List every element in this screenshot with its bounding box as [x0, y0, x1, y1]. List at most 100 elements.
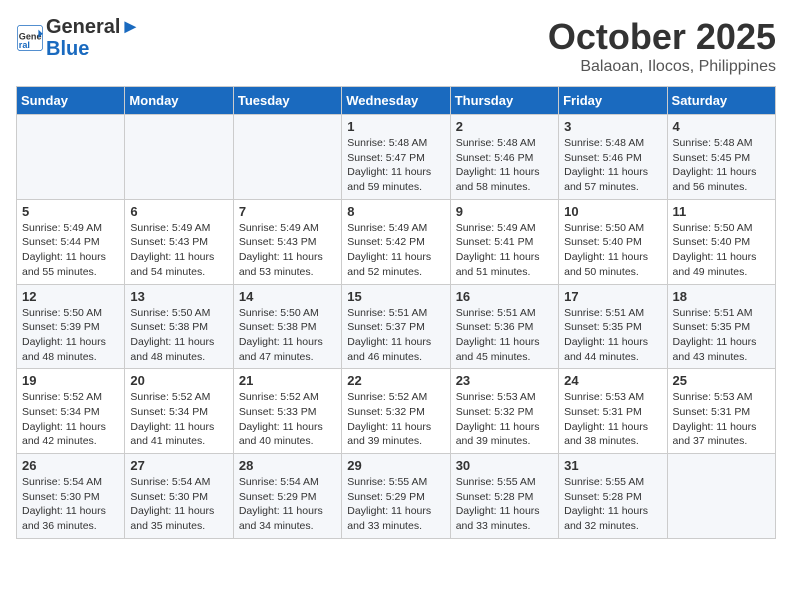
day-number: 22 — [347, 373, 444, 388]
calendar-cell: 18 Sunrise: 5:51 AM Sunset: 5:35 PM Dayli… — [667, 284, 775, 369]
calendar-cell — [125, 115, 233, 200]
calendar-table: SundayMondayTuesdayWednesdayThursdayFrid… — [16, 86, 776, 539]
cell-content: Sunrise: 5:51 AM Sunset: 5:35 PM Dayligh… — [564, 306, 661, 365]
cell-content: Sunrise: 5:54 AM Sunset: 5:30 PM Dayligh… — [22, 475, 119, 534]
day-number: 28 — [239, 458, 336, 473]
month-title: October 2025 — [548, 16, 776, 58]
day-number: 13 — [130, 289, 227, 304]
cell-content: Sunrise: 5:50 AM Sunset: 5:38 PM Dayligh… — [130, 306, 227, 365]
calendar-cell: 7Sunrise: 5:49 AM Sunset: 5:43 PM Daylig… — [233, 199, 341, 284]
day-number: 7 — [239, 204, 336, 219]
title-block: October 2025 Balaoan, Ilocos, Philippine… — [548, 16, 776, 76]
day-number: 2 — [456, 119, 553, 134]
cell-content: Sunrise: 5:49 AM Sunset: 5:43 PM Dayligh… — [130, 221, 227, 280]
calendar-cell — [667, 454, 775, 539]
cell-content: Sunrise: 5:52 AM Sunset: 5:34 PM Dayligh… — [130, 390, 227, 449]
day-number: 17 — [564, 289, 661, 304]
calendar-cell: 20Sunrise: 5:52 AM Sunset: 5:34 PM Dayli… — [125, 369, 233, 454]
calendar-cell: 21Sunrise: 5:52 AM Sunset: 5:33 PM Dayli… — [233, 369, 341, 454]
cell-content: Sunrise: 5:52 AM Sunset: 5:32 PM Dayligh… — [347, 390, 444, 449]
calendar-cell: 11 Sunrise: 5:50 AM Sunset: 5:40 PM Dayli… — [667, 199, 775, 284]
calendar-cell: 4Sunrise: 5:48 AM Sunset: 5:45 PM Daylig… — [667, 115, 775, 200]
calendar-cell: 29Sunrise: 5:55 AM Sunset: 5:29 PM Dayli… — [342, 454, 450, 539]
day-number: 19 — [22, 373, 119, 388]
cell-content: Sunrise: 5:50 AM Sunset: 5:40 PM Dayligh… — [564, 221, 661, 280]
day-number: 14 — [239, 289, 336, 304]
calendar-cell: 13 Sunrise: 5:50 AM Sunset: 5:38 PM Dayli… — [125, 284, 233, 369]
cell-content: Sunrise: 5:50 AM Sunset: 5:39 PM Dayligh… — [22, 306, 119, 365]
day-number: 5 — [22, 204, 119, 219]
weekday-header: Friday — [559, 87, 667, 115]
calendar-week-row: 1Sunrise: 5:48 AM Sunset: 5:47 PM Daylig… — [17, 115, 776, 200]
day-number: 30 — [456, 458, 553, 473]
day-number: 24 — [564, 373, 661, 388]
cell-content: Sunrise: 5:54 AM Sunset: 5:30 PM Dayligh… — [130, 475, 227, 534]
calendar-cell: 31Sunrise: 5:55 AM Sunset: 5:28 PM Dayli… — [559, 454, 667, 539]
day-number: 15 — [347, 289, 444, 304]
calendar-cell: 12 Sunrise: 5:50 AM Sunset: 5:39 PM Dayli… — [17, 284, 125, 369]
day-number: 16 — [456, 289, 553, 304]
calendar-cell: 30 Sunrise: 5:55 AM Sunset: 5:28 PM Dayli… — [450, 454, 558, 539]
calendar-cell: 24 Sunrise: 5:53 AM Sunset: 5:31 PM Dayli… — [559, 369, 667, 454]
calendar-cell: 6 Sunrise: 5:49 AM Sunset: 5:43 PM Daylig… — [125, 199, 233, 284]
page-header: Gene ral General► Blue October 2025 Bala… — [16, 16, 776, 76]
logo-text-blue: Blue — [46, 38, 140, 60]
cell-content: Sunrise: 5:53 AM Sunset: 5:31 PM Dayligh… — [673, 390, 770, 449]
cell-content: Sunrise: 5:52 AM Sunset: 5:33 PM Dayligh… — [239, 390, 336, 449]
calendar-week-row: 26 Sunrise: 5:54 AM Sunset: 5:30 PM Dayli… — [17, 454, 776, 539]
day-number: 6 — [130, 204, 227, 219]
calendar-cell: 10 Sunrise: 5:50 AM Sunset: 5:40 PM Dayli… — [559, 199, 667, 284]
cell-content: Sunrise: 5:54 AM Sunset: 5:29 PM Dayligh… — [239, 475, 336, 534]
calendar-cell: 23Sunrise: 5:53 AM Sunset: 5:32 PM Dayli… — [450, 369, 558, 454]
calendar-cell: 14Sunrise: 5:50 AM Sunset: 5:38 PM Dayli… — [233, 284, 341, 369]
cell-content: Sunrise: 5:55 AM Sunset: 5:28 PM Dayligh… — [456, 475, 553, 534]
calendar-body: 1Sunrise: 5:48 AM Sunset: 5:47 PM Daylig… — [17, 115, 776, 539]
calendar-cell: 27 Sunrise: 5:54 AM Sunset: 5:30 PM Dayli… — [125, 454, 233, 539]
cell-content: Sunrise: 5:49 AM Sunset: 5:42 PM Dayligh… — [347, 221, 444, 280]
calendar-cell: 9Sunrise: 5:49 AM Sunset: 5:41 PM Daylig… — [450, 199, 558, 284]
calendar-cell: 16 Sunrise: 5:51 AM Sunset: 5:36 PM Dayli… — [450, 284, 558, 369]
day-number: 3 — [564, 119, 661, 134]
weekday-header: Sunday — [17, 87, 125, 115]
day-number: 27 — [130, 458, 227, 473]
day-number: 1 — [347, 119, 444, 134]
calendar-cell: 2 Sunrise: 5:48 AM Sunset: 5:46 PM Daylig… — [450, 115, 558, 200]
cell-content: Sunrise: 5:49 AM Sunset: 5:44 PM Dayligh… — [22, 221, 119, 280]
day-number: 9 — [456, 204, 553, 219]
calendar-cell: 19Sunrise: 5:52 AM Sunset: 5:34 PM Dayli… — [17, 369, 125, 454]
calendar-cell: 26 Sunrise: 5:54 AM Sunset: 5:30 PM Dayli… — [17, 454, 125, 539]
calendar-week-row: 12 Sunrise: 5:50 AM Sunset: 5:39 PM Dayli… — [17, 284, 776, 369]
cell-content: Sunrise: 5:51 AM Sunset: 5:36 PM Dayligh… — [456, 306, 553, 365]
day-number: 26 — [22, 458, 119, 473]
calendar-cell: 22 Sunrise: 5:52 AM Sunset: 5:32 PM Dayli… — [342, 369, 450, 454]
day-number: 25 — [673, 373, 770, 388]
day-number: 12 — [22, 289, 119, 304]
calendar-week-row: 19 Sunrise: 5:52 AM Sunset: 5:34 PM Dayli… — [17, 369, 776, 454]
cell-content: Sunrise: 5:53 AM Sunset: 5:31 PM Dayligh… — [564, 390, 661, 449]
day-number: 11 — [673, 204, 770, 219]
day-number: 4 — [673, 119, 770, 134]
weekday-row: SundayMondayTuesdayWednesdayThursdayFrid… — [17, 87, 776, 115]
logo: Gene ral General► Blue — [16, 16, 140, 60]
day-number: 8 — [347, 204, 444, 219]
calendar-cell: 25 Sunrise: 5:53 AM Sunset: 5:31 PM Dayli… — [667, 369, 775, 454]
weekday-header: Monday — [125, 87, 233, 115]
weekday-header: Wednesday — [342, 87, 450, 115]
day-number: 10 — [564, 204, 661, 219]
cell-content: Sunrise: 5:51 AM Sunset: 5:35 PM Dayligh… — [673, 306, 770, 365]
calendar-header: SundayMondayTuesdayWednesdayThursdayFrid… — [17, 87, 776, 115]
weekday-header: Saturday — [667, 87, 775, 115]
calendar-cell: 1Sunrise: 5:48 AM Sunset: 5:47 PM Daylig… — [342, 115, 450, 200]
logo-text-general: General► — [46, 16, 140, 38]
day-number: 18 — [673, 289, 770, 304]
cell-content: Sunrise: 5:51 AM Sunset: 5:37 PM Dayligh… — [347, 306, 444, 365]
cell-content: Sunrise: 5:48 AM Sunset: 5:46 PM Dayligh… — [456, 136, 553, 195]
calendar-cell: 8 Sunrise: 5:49 AM Sunset: 5:42 PM Daylig… — [342, 199, 450, 284]
cell-content: Sunrise: 5:50 AM Sunset: 5:40 PM Dayligh… — [673, 221, 770, 280]
logo-icon: Gene ral — [16, 24, 44, 52]
calendar-week-row: 5 Sunrise: 5:49 AM Sunset: 5:44 PM Daylig… — [17, 199, 776, 284]
cell-content: Sunrise: 5:55 AM Sunset: 5:29 PM Dayligh… — [347, 475, 444, 534]
location: Balaoan, Ilocos, Philippines — [548, 58, 776, 76]
calendar-cell — [17, 115, 125, 200]
cell-content: Sunrise: 5:53 AM Sunset: 5:32 PM Dayligh… — [456, 390, 553, 449]
